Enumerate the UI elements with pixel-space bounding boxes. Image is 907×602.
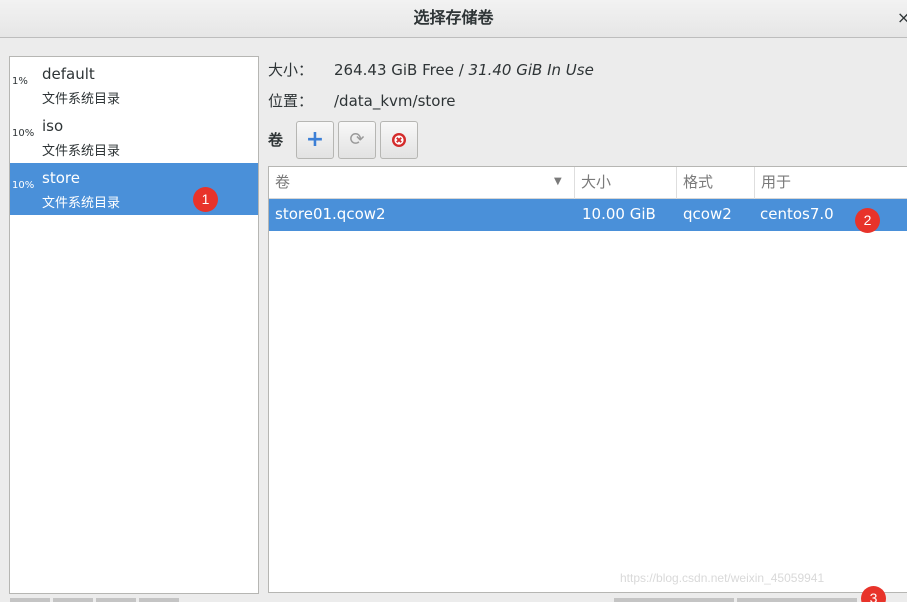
volume-table: 卷 ▼ 大小 格式 用于 store01.qcow2 10.00 GiB qco… [268, 166, 907, 593]
volume-size: 10.00 GiB [582, 205, 656, 223]
pool-size-row: 大小： 264.43 GiB Free / 31.40 GiB In Use [268, 59, 594, 80]
close-button[interactable]: × [897, 8, 907, 28]
volume-name: store01.qcow2 [275, 205, 386, 223]
refresh-button[interactable]: ⟳ [338, 121, 376, 159]
bottom-button[interactable] [139, 598, 179, 602]
dialog-title: 选择存储卷 [413, 8, 494, 27]
pool-usage: 10% [12, 180, 35, 191]
pool-type: 文件系统目录 [42, 196, 121, 211]
cancel-button[interactable] [614, 598, 734, 602]
refresh-icon: ⟳ [349, 129, 365, 150]
plus-icon: + [305, 127, 325, 152]
column-header-format[interactable]: 格式 [677, 167, 755, 199]
annotation-marker-1: 1 [193, 187, 218, 212]
delete-volume-button[interactable] [380, 121, 418, 159]
volume-table-header: 卷 ▼ 大小 格式 用于 [269, 167, 907, 199]
pool-usage: 1% [12, 76, 28, 87]
choose-volume-button[interactable] [737, 598, 857, 602]
add-volume-button[interactable]: + [296, 121, 334, 159]
pool-type: 文件系统目录 [42, 144, 121, 159]
size-free-value: 264.43 GiB Free / [334, 61, 469, 79]
pool-item-store[interactable]: 10% store 文件系统目录 [10, 163, 258, 215]
column-header-size[interactable]: 大小 [575, 167, 677, 199]
pool-usage: 10% [12, 128, 35, 139]
column-header-used-by[interactable]: 用于 [755, 167, 907, 199]
watermark: https://blog.csdn.net/weixin_45059941 [620, 571, 825, 585]
bottom-button[interactable] [10, 598, 50, 602]
bottom-button[interactable] [96, 598, 136, 602]
pool-item-default[interactable]: 1% default 文件系统目录 [10, 59, 258, 111]
column-header-volume[interactable]: 卷 [269, 167, 575, 199]
location-value: /data_kvm/store [334, 92, 456, 110]
volume-used-by: centos7.0 [760, 205, 834, 223]
volume-format: qcow2 [683, 205, 732, 223]
bottom-button[interactable] [53, 598, 93, 602]
volumes-label: 卷 [268, 131, 284, 149]
table-row[interactable]: store01.qcow2 10.00 GiB qcow2 centos7.0 [269, 199, 907, 231]
pool-name: default [42, 65, 95, 83]
location-label: 位置： [268, 92, 314, 110]
annotation-marker-2: 2 [855, 208, 880, 233]
storage-pool-list: 1% default 文件系统目录 10% iso 文件系统目录 10% sto… [9, 56, 259, 594]
pool-type: 文件系统目录 [42, 92, 121, 107]
delete-icon [392, 133, 406, 147]
size-label: 大小： [268, 61, 314, 79]
pool-location-row: 位置： /data_kvm/store [268, 90, 456, 111]
pool-item-iso[interactable]: 10% iso 文件系统目录 [10, 111, 258, 163]
pool-name: iso [42, 117, 64, 135]
pool-name: store [42, 169, 80, 187]
dialog-titlebar: 选择存储卷 × [0, 0, 907, 38]
size-in-use-value: 31.40 GiB In Use [468, 61, 594, 79]
sort-down-icon: ▼ [554, 176, 562, 187]
